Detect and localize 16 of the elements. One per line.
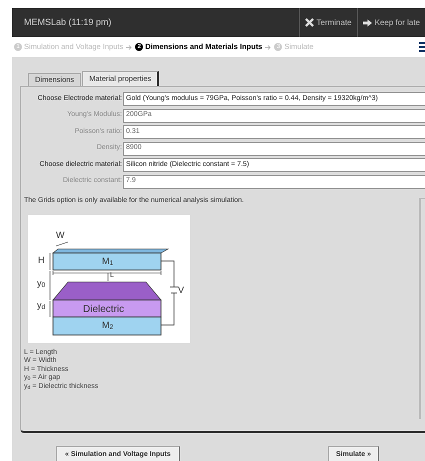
- close-icon: [304, 18, 314, 27]
- height-label: H: [38, 254, 44, 266]
- dielectric-label: Dielectric: [83, 302, 124, 316]
- terminate-button[interactable]: Terminate: [298, 8, 357, 37]
- keep-button[interactable]: Keep for late: [356, 8, 425, 37]
- electrode-label: M$_{2}$: [102, 318, 114, 332]
- menu-icon[interactable]: [419, 42, 425, 52]
- width-label: W: [56, 228, 64, 242]
- air-gap-label: y$_{0}$: [37, 276, 46, 290]
- electrode-label: M$_{1}$: [102, 254, 114, 268]
- dielectric-thickness-label: y$_{d}$: [37, 298, 46, 312]
- window-title: MEMSLab (11:19 pm): [23, 16, 112, 29]
- arrow-right-icon: [362, 18, 372, 26]
- arrow-icon: [126, 44, 132, 50]
- voltage-label: V: [178, 284, 184, 296]
- arrow-icon: [265, 44, 272, 50]
